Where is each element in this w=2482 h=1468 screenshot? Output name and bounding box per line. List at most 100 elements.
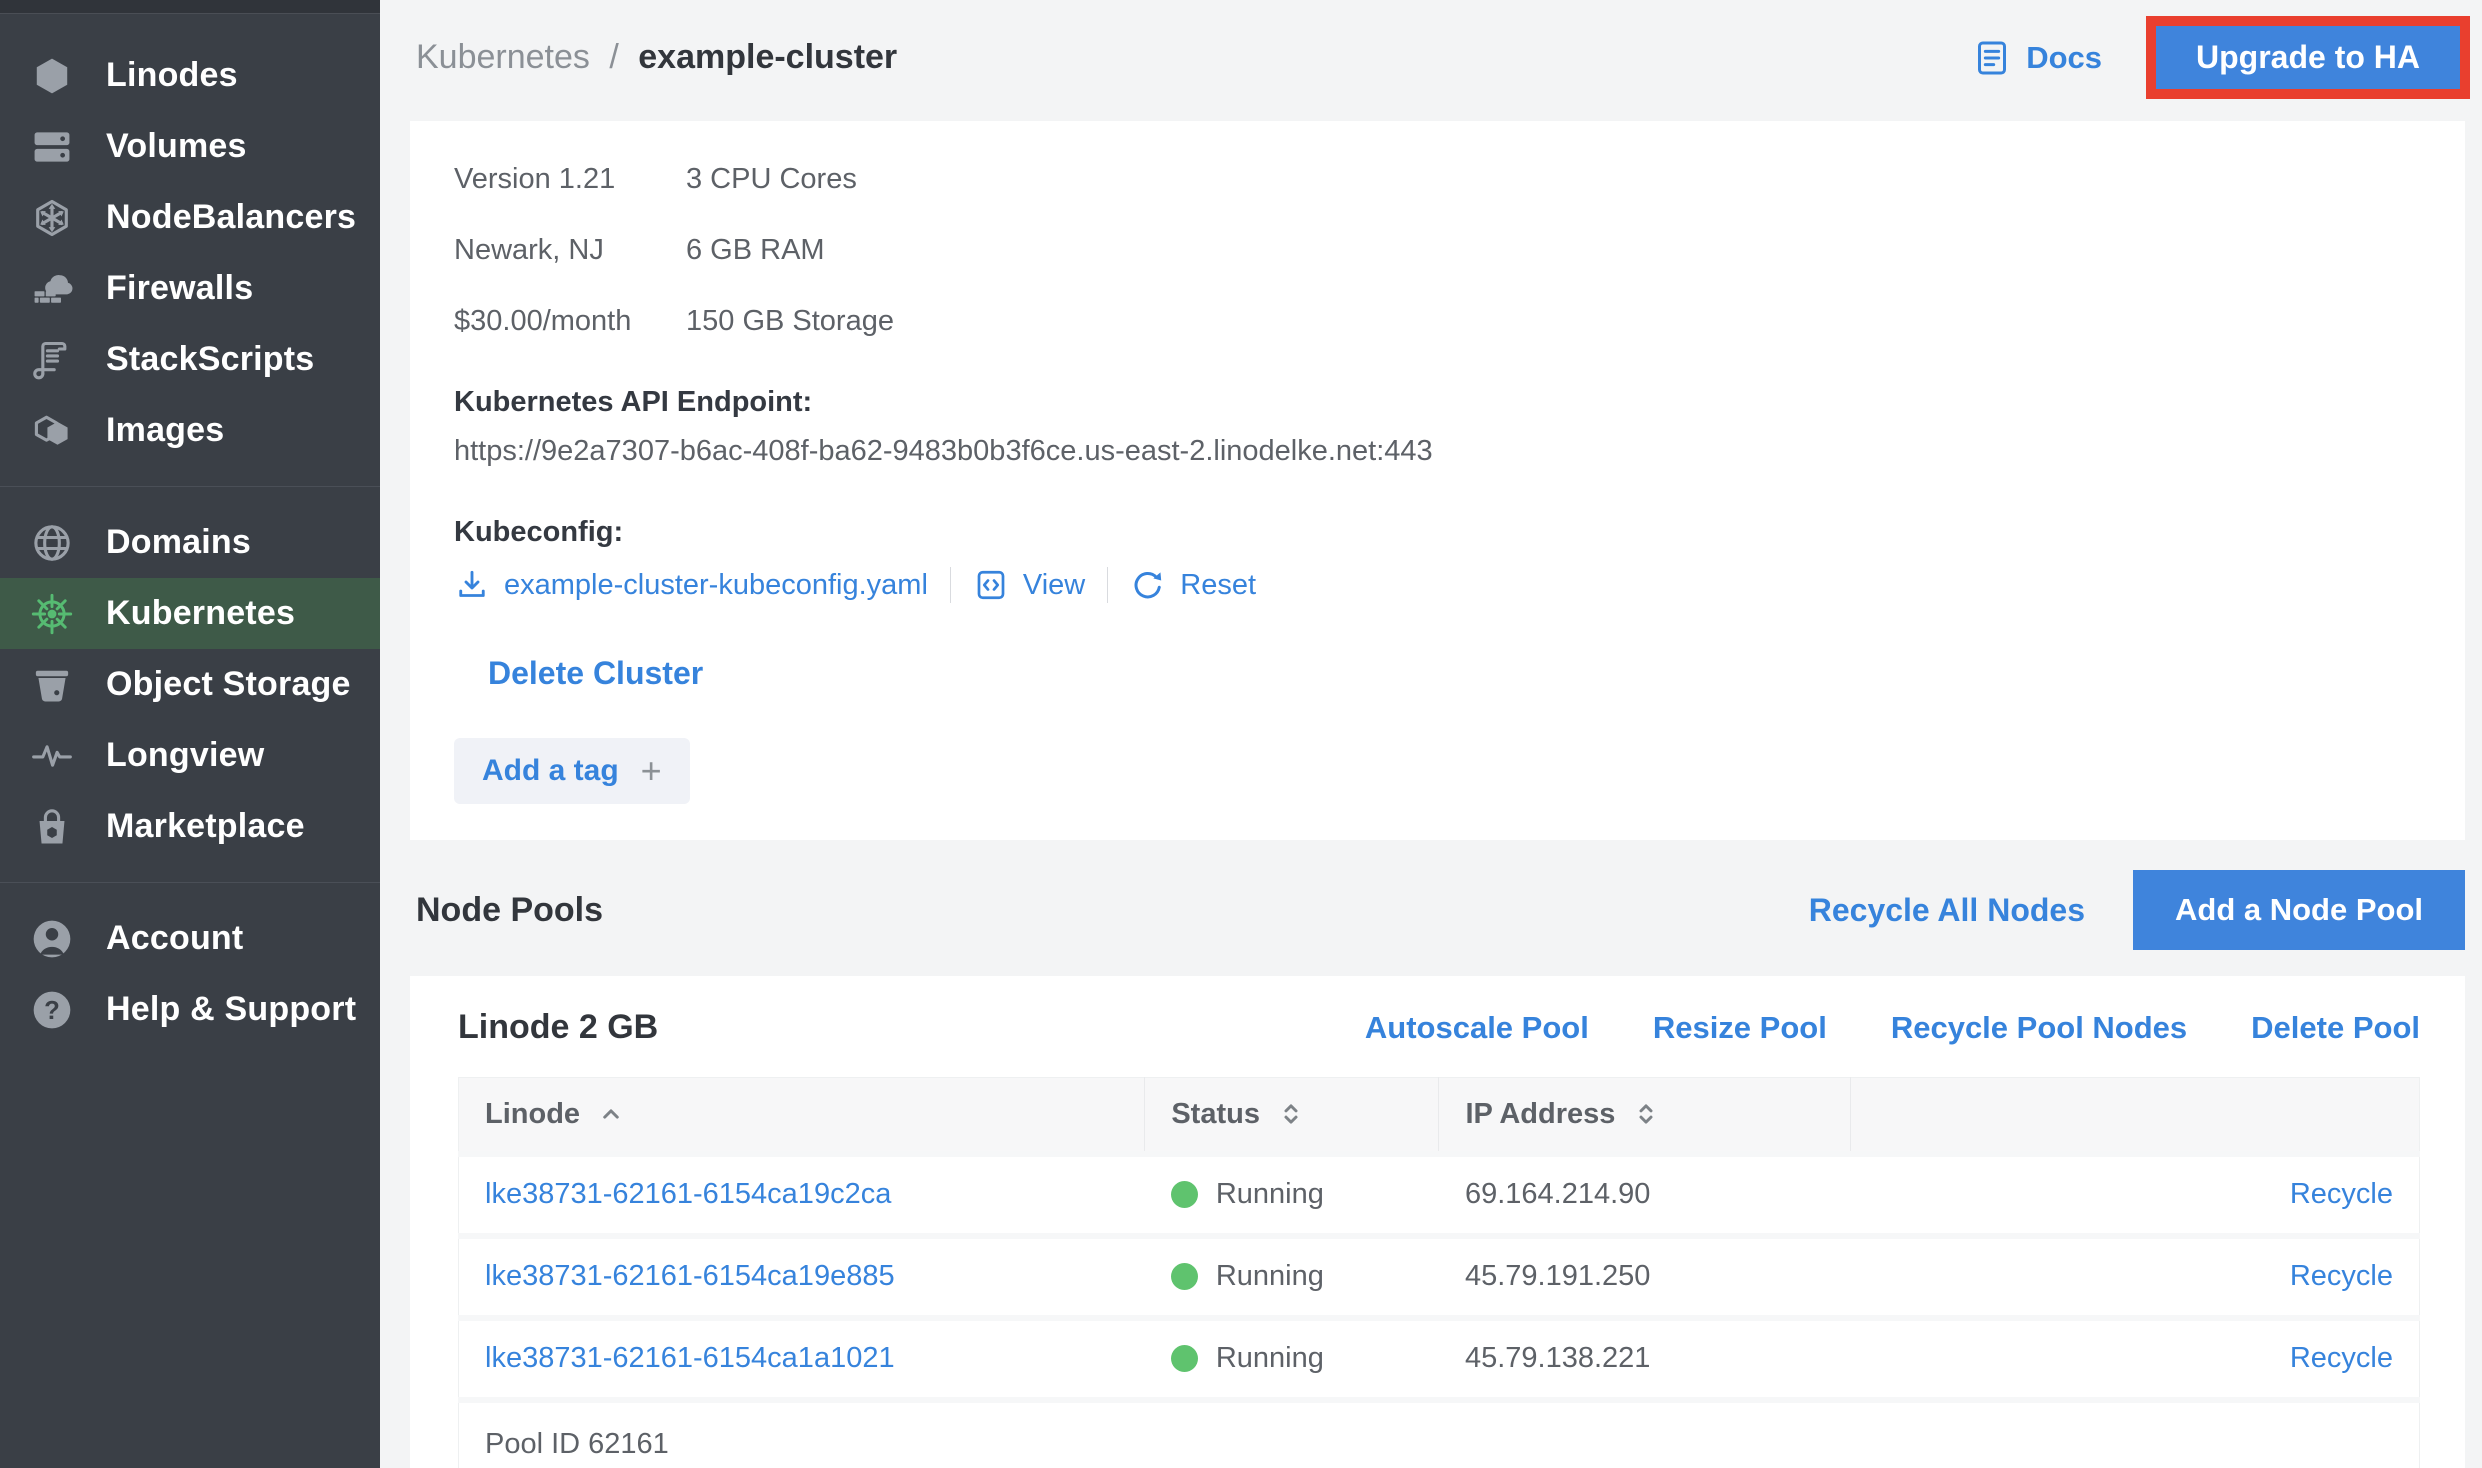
breadcrumb-current: example-cluster bbox=[638, 38, 897, 76]
node-link[interactable]: lke38731-62161-6154ca19c2ca bbox=[485, 1178, 891, 1210]
reset-icon bbox=[1130, 567, 1166, 603]
status-running-dot bbox=[1171, 1181, 1198, 1208]
svg-text:?: ? bbox=[44, 997, 60, 1025]
ip-address: 45.79.191.250 bbox=[1439, 1236, 1851, 1318]
spec-ram: 6 GB RAM bbox=[686, 234, 894, 267]
sidebar-item-nodebalancers[interactable]: NodeBalancers bbox=[0, 182, 380, 253]
sidebar-item-kubernetes[interactable]: Kubernetes bbox=[0, 578, 380, 649]
spec-version: Version 1.21 bbox=[454, 163, 686, 196]
reset-label: Reset bbox=[1180, 569, 1256, 602]
sidebar-item-label: Images bbox=[106, 411, 224, 450]
add-tag-button[interactable]: Add a tag + bbox=[454, 738, 690, 804]
sort-both-icon bbox=[1631, 1099, 1661, 1129]
images-icon bbox=[30, 409, 74, 453]
breadcrumb-separator: / bbox=[609, 38, 618, 76]
sidebar-item-marketplace[interactable]: Marketplace bbox=[0, 791, 380, 862]
column-header-ip-address[interactable]: IP Address bbox=[1439, 1078, 1851, 1154]
sidebar-item-label: NodeBalancers bbox=[106, 198, 356, 237]
sidebar-item-label: Firewalls bbox=[106, 269, 253, 308]
sidebar-top-strip bbox=[0, 0, 380, 14]
sidebar-item-account[interactable]: Account bbox=[0, 903, 380, 974]
kubeconfig-actions: example-cluster-kubeconfig.yaml View bbox=[454, 567, 2421, 603]
pool-head: Linode 2 GB Autoscale Pool Resize Pool R… bbox=[458, 1008, 2420, 1047]
cluster-specs: Version 1.21 3 CPU Cores Newark, NJ 6 GB… bbox=[454, 163, 2421, 338]
column-label: IP Address bbox=[1465, 1098, 1615, 1131]
sort-both-icon bbox=[1276, 1099, 1306, 1129]
sidebar-item-firewalls[interactable]: Firewalls bbox=[0, 253, 380, 324]
topbar-actions: Docs Upgrade to HA bbox=[1972, 16, 2470, 99]
link-separator bbox=[950, 567, 951, 603]
sidebar-nav: Linodes Volumes bbox=[0, 14, 380, 1045]
kubeconfig-file-name: example-cluster-kubeconfig.yaml bbox=[504, 569, 928, 602]
status-running-dot bbox=[1171, 1345, 1198, 1372]
column-header-actions bbox=[1851, 1078, 2420, 1154]
sidebar-item-help-support[interactable]: ? Help & Support bbox=[0, 974, 380, 1045]
spec-price: $30.00/month bbox=[454, 305, 686, 338]
delete-pool-link[interactable]: Delete Pool bbox=[2251, 1010, 2420, 1046]
recycle-node-link[interactable]: Recycle bbox=[2290, 1260, 2393, 1292]
status-text: Running bbox=[1216, 1178, 1324, 1211]
node-pools-title: Node Pools bbox=[410, 891, 603, 930]
main-content: Kubernetes / example-cluster Docs Upgrad… bbox=[380, 0, 2482, 1468]
node-link[interactable]: lke38731-62161-6154ca1a1021 bbox=[485, 1342, 895, 1374]
stackscripts-icon bbox=[30, 338, 74, 382]
sidebar-item-images[interactable]: Images bbox=[0, 395, 380, 466]
docs-link[interactable]: Docs bbox=[1972, 38, 2102, 78]
add-node-pool-button[interactable]: Add a Node Pool bbox=[2133, 870, 2465, 950]
api-endpoint-url: https://9e2a7307-b6ac-408f-ba62-9483b0b3… bbox=[454, 435, 2421, 468]
node-pool-card: Linode 2 GB Autoscale Pool Resize Pool R… bbox=[410, 976, 2465, 1468]
breadcrumb-section[interactable]: Kubernetes bbox=[416, 38, 590, 76]
kubeconfig-download-link[interactable]: example-cluster-kubeconfig.yaml bbox=[454, 567, 928, 603]
column-header-status[interactable]: Status bbox=[1145, 1078, 1439, 1154]
add-tag-label: Add a tag bbox=[482, 754, 619, 788]
sidebar-item-label: Marketplace bbox=[106, 807, 305, 846]
download-icon bbox=[454, 567, 490, 603]
kubeconfig-view-link[interactable]: View bbox=[973, 567, 1085, 603]
pool-actions: Autoscale Pool Resize Pool Recycle Pool … bbox=[1365, 1010, 2420, 1046]
sidebar-item-longview[interactable]: Longview bbox=[0, 720, 380, 791]
recycle-all-nodes-link[interactable]: Recycle All Nodes bbox=[1809, 892, 2085, 929]
column-label: Status bbox=[1171, 1098, 1260, 1131]
topbar: Kubernetes / example-cluster Docs Upgrad… bbox=[380, 0, 2482, 99]
resize-pool-link[interactable]: Resize Pool bbox=[1653, 1010, 1827, 1046]
volumes-icon bbox=[30, 125, 74, 169]
status-running-dot bbox=[1171, 1263, 1198, 1290]
delete-cluster-link[interactable]: Delete Cluster bbox=[488, 655, 703, 692]
object-storage-bucket-icon bbox=[30, 663, 74, 707]
sidebar-item-volumes[interactable]: Volumes bbox=[0, 111, 380, 182]
sidebar-item-label: Object Storage bbox=[106, 665, 351, 704]
pool-id-text: Pool ID 62161 bbox=[459, 1400, 2420, 1468]
domains-globe-icon bbox=[30, 521, 74, 565]
kubeconfig-label: Kubeconfig: bbox=[454, 516, 2421, 549]
kubeconfig-reset-link[interactable]: Reset bbox=[1130, 567, 1256, 603]
upgrade-to-ha-button[interactable]: Upgrade to HA bbox=[2156, 26, 2460, 89]
longview-pulse-icon bbox=[30, 734, 74, 778]
recycle-node-link[interactable]: Recycle bbox=[2290, 1342, 2393, 1374]
recycle-node-link[interactable]: Recycle bbox=[2290, 1178, 2393, 1210]
table-header-row: Linode Status bbox=[459, 1078, 2420, 1154]
pool-name: Linode 2 GB bbox=[458, 1008, 658, 1047]
sidebar-item-domains[interactable]: Domains bbox=[0, 507, 380, 578]
linode-hexagon-icon bbox=[30, 54, 74, 98]
sidebar-item-linodes[interactable]: Linodes bbox=[0, 40, 380, 111]
sidebar: Linodes Volumes bbox=[0, 0, 380, 1468]
column-header-linode[interactable]: Linode bbox=[459, 1078, 1145, 1154]
status-text: Running bbox=[1216, 1260, 1324, 1293]
sidebar-item-label: Account bbox=[106, 919, 243, 958]
view-code-icon bbox=[973, 567, 1009, 603]
view-label: View bbox=[1023, 569, 1085, 602]
ip-address: 69.164.214.90 bbox=[1439, 1154, 1851, 1236]
spec-cpu: 3 CPU Cores bbox=[686, 163, 894, 196]
docs-label: Docs bbox=[2026, 40, 2102, 76]
sidebar-item-object-storage[interactable]: Object Storage bbox=[0, 649, 380, 720]
sidebar-item-label: Kubernetes bbox=[106, 594, 295, 633]
pool-nodes-table: Linode Status bbox=[458, 1077, 2420, 1468]
autoscale-pool-link[interactable]: Autoscale Pool bbox=[1365, 1010, 1589, 1046]
upgrade-ha-annotation-box: Upgrade to HA bbox=[2146, 16, 2470, 99]
node-link[interactable]: lke38731-62161-6154ca19e885 bbox=[485, 1260, 895, 1292]
help-question-icon: ? bbox=[30, 988, 74, 1032]
sidebar-item-stackscripts[interactable]: StackScripts bbox=[0, 324, 380, 395]
recycle-pool-nodes-link[interactable]: Recycle Pool Nodes bbox=[1891, 1010, 2187, 1046]
account-person-icon bbox=[30, 917, 74, 961]
linode-cloud-manager: Linodes Volumes bbox=[0, 0, 2482, 1468]
